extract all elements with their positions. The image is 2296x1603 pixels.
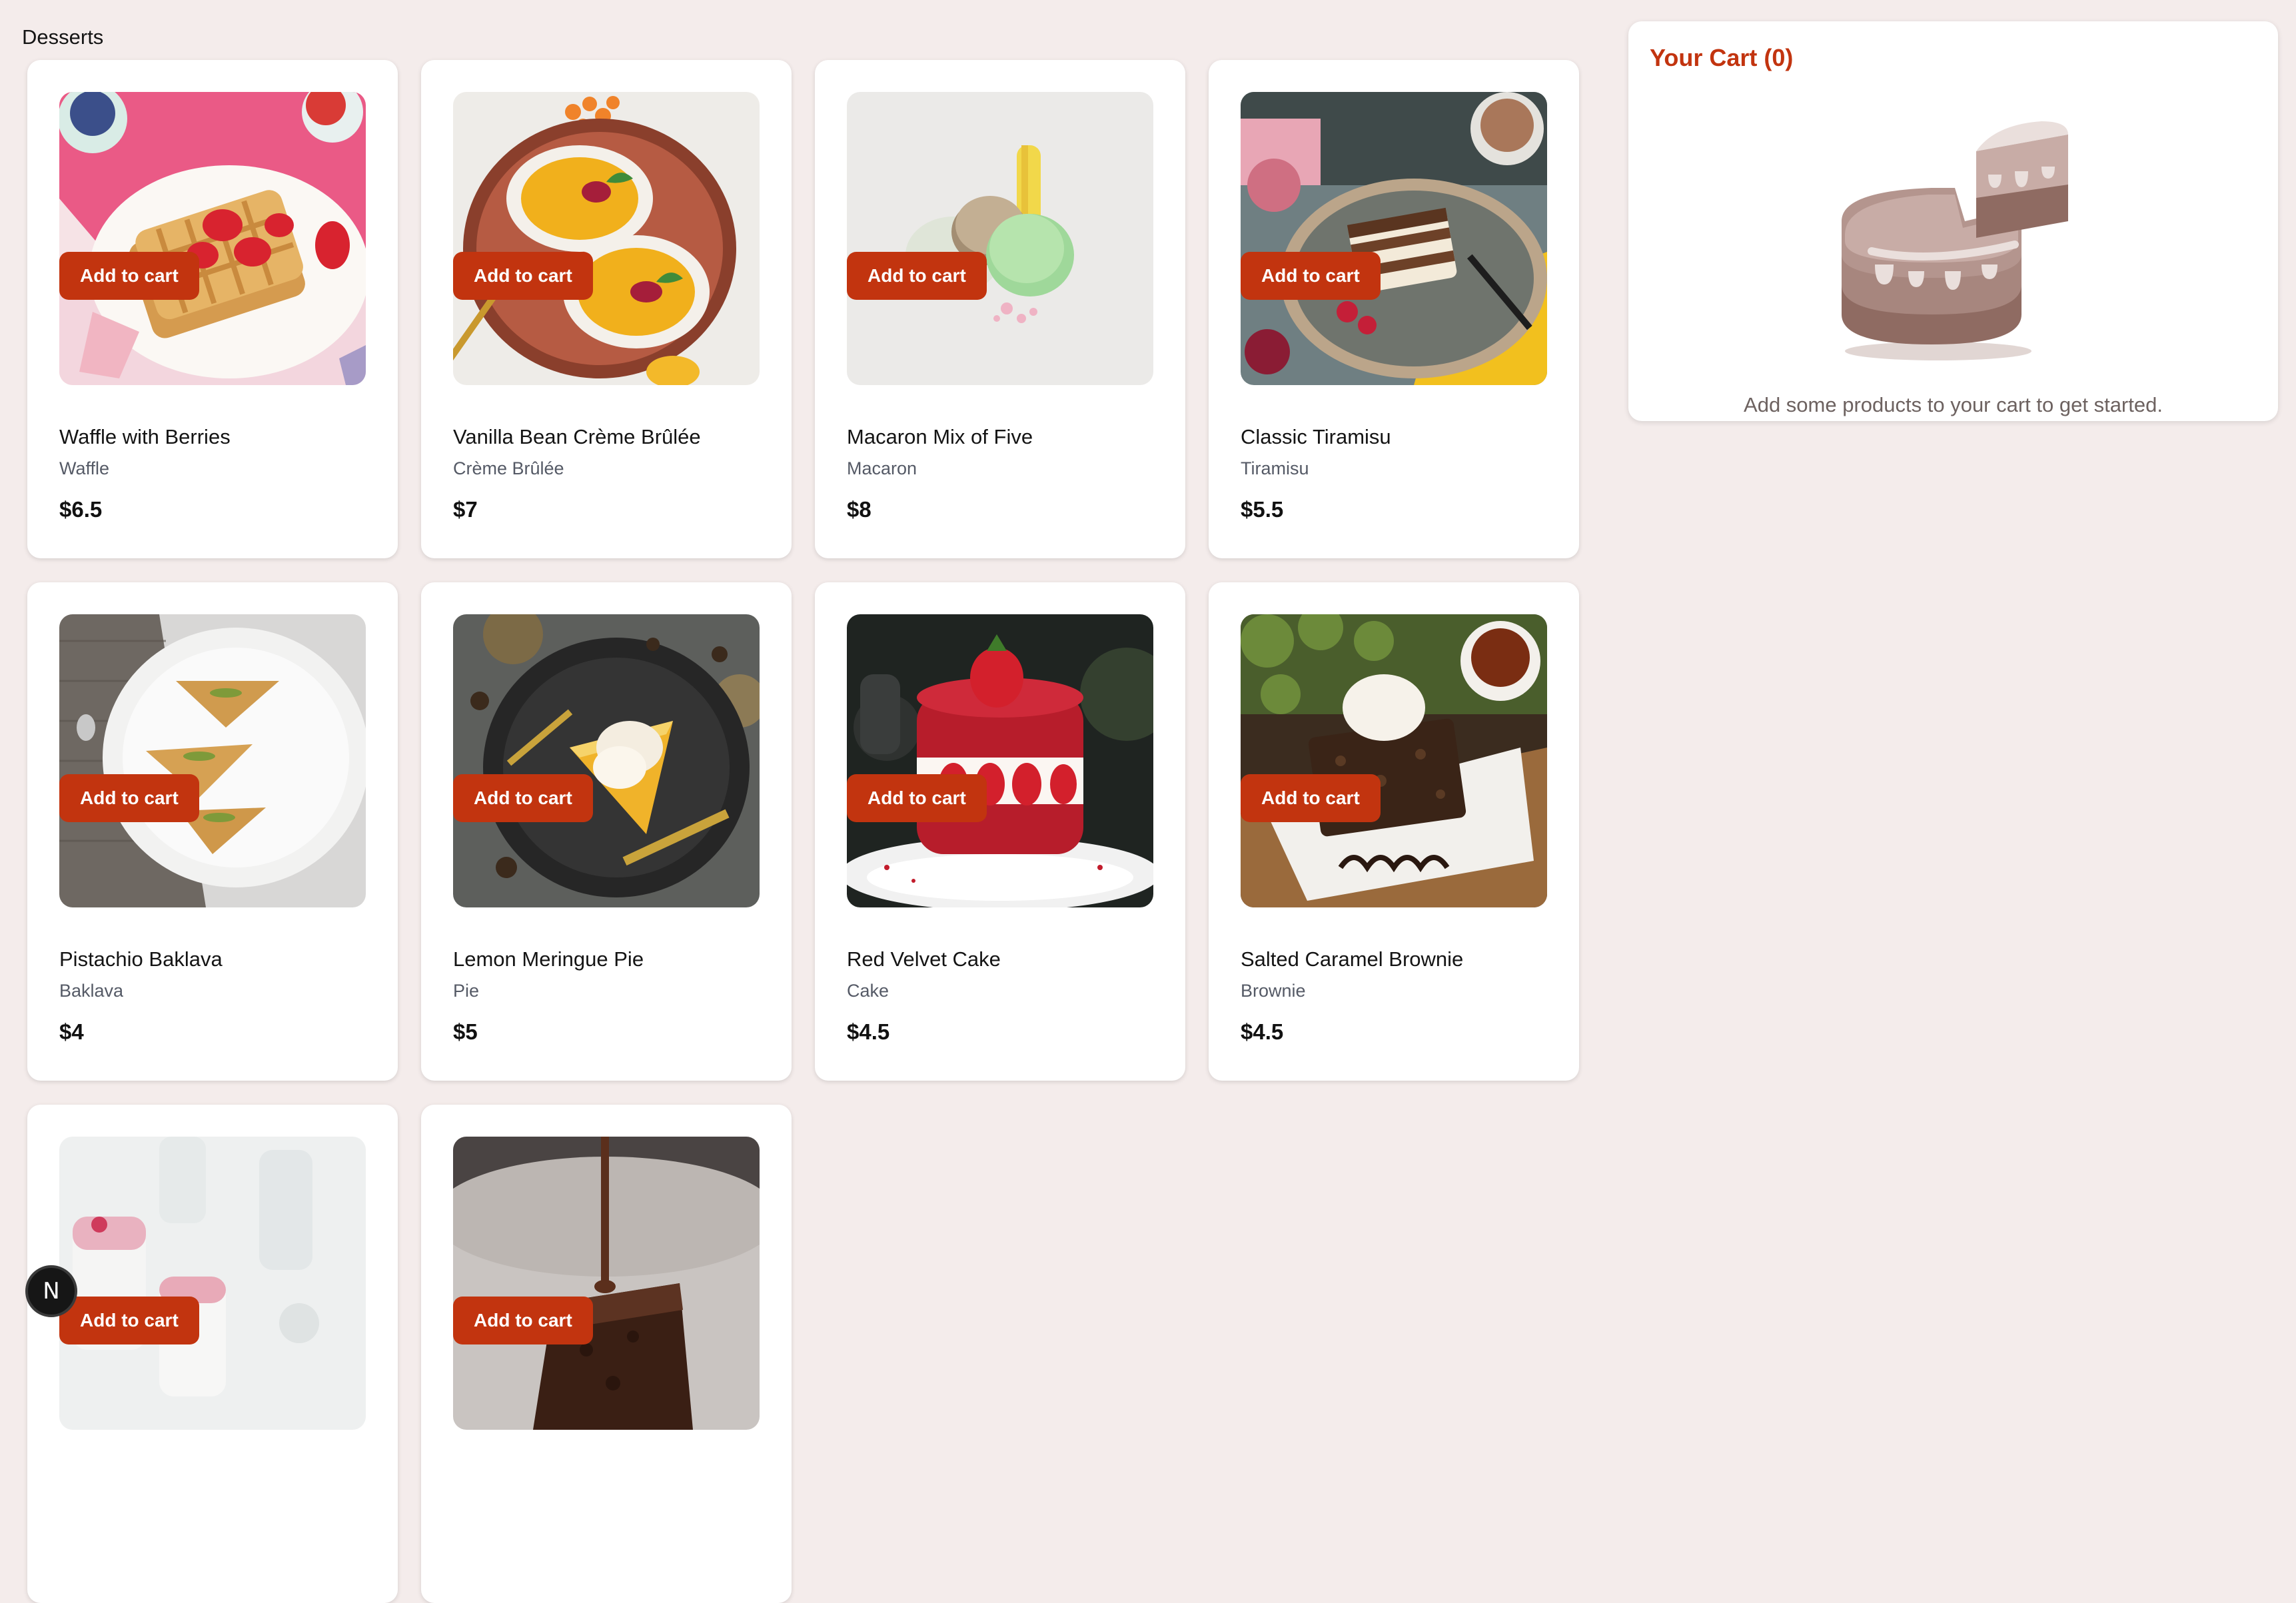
product-image-red-velvet bbox=[847, 614, 1153, 907]
add-to-cart-button[interactable]: Add to cart bbox=[453, 252, 593, 300]
product-price: $4.5 bbox=[1241, 1019, 1284, 1044]
product-name: Classic Tiramisu bbox=[1241, 425, 1391, 448]
product-grid: Add to cart Waffle with Berries Waffle $… bbox=[27, 60, 1579, 1603]
product-category: Tiramisu bbox=[1241, 458, 1309, 478]
product-card: Add to cart Classic Tiramisu Tiramisu $5… bbox=[1209, 60, 1579, 558]
creme-brulee-photo bbox=[453, 92, 760, 385]
product-image-creme-brulee bbox=[453, 92, 760, 385]
brownie-photo bbox=[1241, 614, 1547, 907]
product-category: Baklava bbox=[59, 981, 124, 1001]
product-image-lemon-pie bbox=[453, 614, 760, 907]
baklava-photo bbox=[59, 614, 366, 907]
product-card: Add to cart bbox=[421, 1105, 792, 1603]
product-card: Add to cart Macaron Mix of Five Macaron … bbox=[815, 60, 1185, 558]
product-name: Macaron Mix of Five bbox=[847, 425, 1033, 448]
product-name: Salted Caramel Brownie bbox=[1241, 947, 1464, 971]
add-to-cart-button[interactable]: Add to cart bbox=[59, 1297, 199, 1344]
product-category: Macaron bbox=[847, 458, 917, 478]
product-image-chocolate-cake bbox=[453, 1137, 760, 1430]
macaron-photo bbox=[847, 92, 1153, 385]
product-price: $8 bbox=[847, 497, 871, 522]
add-to-cart-button[interactable]: Add to cart bbox=[1241, 774, 1381, 822]
product-category: Pie bbox=[453, 981, 480, 1001]
add-to-cart-button[interactable]: Add to cart bbox=[59, 252, 199, 300]
product-card: Add to cart Pistachio Baklava Baklava $4 bbox=[27, 582, 398, 1081]
product-price: $5 bbox=[453, 1019, 478, 1044]
product-price: $4 bbox=[59, 1019, 84, 1044]
add-to-cart-button[interactable]: Add to cart bbox=[453, 1297, 593, 1344]
product-price: $7 bbox=[453, 497, 478, 522]
add-to-cart-button[interactable]: Add to cart bbox=[847, 774, 987, 822]
product-image-tiramisu bbox=[1241, 92, 1547, 385]
product-card: Add to cart Vanilla Bean Crème Brûlée Cr… bbox=[421, 60, 792, 558]
product-price: $4.5 bbox=[847, 1019, 890, 1044]
product-name: Waffle with Berries bbox=[59, 425, 231, 448]
nextjs-logo-icon[interactable]: N bbox=[25, 1265, 77, 1317]
product-card: Add to cart bbox=[27, 1105, 398, 1603]
page-title: Desserts bbox=[22, 25, 104, 49]
product-name: Vanilla Bean Crème Brûlée bbox=[453, 425, 701, 448]
product-category: Crème Brûlée bbox=[453, 458, 564, 478]
product-image-baklava bbox=[59, 614, 366, 907]
product-card: Add to cart Lemon Meringue Pie Pie $5 bbox=[421, 582, 792, 1081]
product-category: Cake bbox=[847, 981, 889, 1001]
product-card: Add to cart Waffle with Berries Waffle $… bbox=[27, 60, 398, 558]
add-to-cart-button[interactable]: Add to cart bbox=[847, 252, 987, 300]
add-to-cart-button[interactable]: Add to cart bbox=[59, 774, 199, 822]
product-name: Lemon Meringue Pie bbox=[453, 947, 644, 971]
product-image-panna-cotta bbox=[59, 1137, 366, 1430]
empty-cart-cake-icon bbox=[1822, 121, 2101, 368]
waffle-photo bbox=[59, 92, 366, 385]
cart-panel: Your Cart (0) Add some products to your … bbox=[1628, 21, 2278, 421]
tiramisu-photo bbox=[1241, 92, 1547, 385]
product-name: Pistachio Baklava bbox=[59, 947, 223, 971]
add-to-cart-button[interactable]: Add to cart bbox=[453, 774, 593, 822]
cart-title: Your Cart (0) bbox=[1650, 44, 1794, 71]
cart-empty-message: Add some products to your cart to get st… bbox=[1744, 393, 2163, 416]
product-category: Waffle bbox=[59, 458, 110, 478]
product-image-macaron bbox=[847, 92, 1153, 385]
product-price: $6.5 bbox=[59, 497, 103, 522]
product-card: Add to cart Red Velvet Cake Cake $4.5 bbox=[815, 582, 1185, 1081]
product-name: Red Velvet Cake bbox=[847, 947, 1001, 971]
add-to-cart-button[interactable]: Add to cart bbox=[1241, 252, 1381, 300]
chocolate-cake-photo bbox=[453, 1137, 760, 1430]
product-card: Add to cart Salted Caramel Brownie Brown… bbox=[1209, 582, 1579, 1081]
lemon-pie-photo bbox=[453, 614, 760, 907]
product-category: Brownie bbox=[1241, 981, 1306, 1001]
product-image-brownie bbox=[1241, 614, 1547, 907]
red-velvet-photo bbox=[847, 614, 1153, 907]
product-image-waffle bbox=[59, 92, 366, 385]
panna-cotta-photo bbox=[59, 1137, 366, 1430]
product-price: $5.5 bbox=[1241, 497, 1284, 522]
